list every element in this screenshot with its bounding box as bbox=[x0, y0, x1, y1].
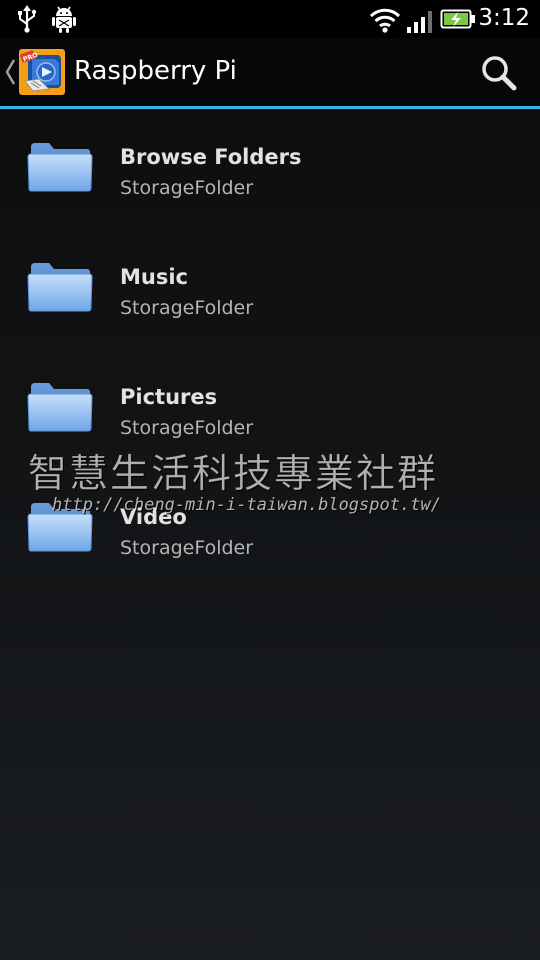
list-item-video[interactable]: Video StorageFolder bbox=[0, 469, 540, 589]
back-caret-icon[interactable] bbox=[4, 56, 16, 88]
folder-subtitle: StorageFolder bbox=[120, 417, 254, 439]
list-item-pictures[interactable]: Pictures StorageFolder bbox=[0, 349, 540, 469]
action-bar: PRO Raspberry Pi bbox=[0, 38, 540, 106]
android-debug-icon bbox=[52, 6, 76, 33]
folder-subtitle: StorageFolder bbox=[120, 297, 254, 319]
folder-title: Browse Folders bbox=[120, 145, 302, 169]
wifi-icon bbox=[369, 8, 401, 33]
folder-subtitle: StorageFolder bbox=[120, 177, 254, 199]
signal-icon bbox=[407, 11, 432, 33]
search-icon[interactable] bbox=[480, 54, 518, 92]
status-time: 3:12 bbox=[478, 5, 530, 31]
folder-title: Pictures bbox=[120, 385, 218, 409]
folder-icon bbox=[27, 503, 93, 552]
folder-title: Video bbox=[120, 505, 187, 529]
list-item-music[interactable]: Music StorageFolder bbox=[0, 229, 540, 349]
folder-icon bbox=[27, 383, 93, 432]
folder-list: Browse Folders StorageFolder Music Stora… bbox=[0, 109, 540, 589]
folder-subtitle: StorageFolder bbox=[120, 537, 254, 559]
page-title: Raspberry Pi bbox=[74, 56, 237, 86]
folder-icon bbox=[27, 263, 93, 312]
usb-icon bbox=[18, 5, 37, 33]
list-item-browse-folders[interactable]: Browse Folders StorageFolder bbox=[0, 109, 540, 229]
folder-icon bbox=[27, 143, 93, 192]
battery-charging-icon bbox=[440, 9, 475, 29]
status-bar: 3:12 bbox=[0, 0, 540, 38]
folder-title: Music bbox=[120, 265, 188, 289]
app-logo-icon[interactable]: PRO bbox=[19, 49, 65, 95]
